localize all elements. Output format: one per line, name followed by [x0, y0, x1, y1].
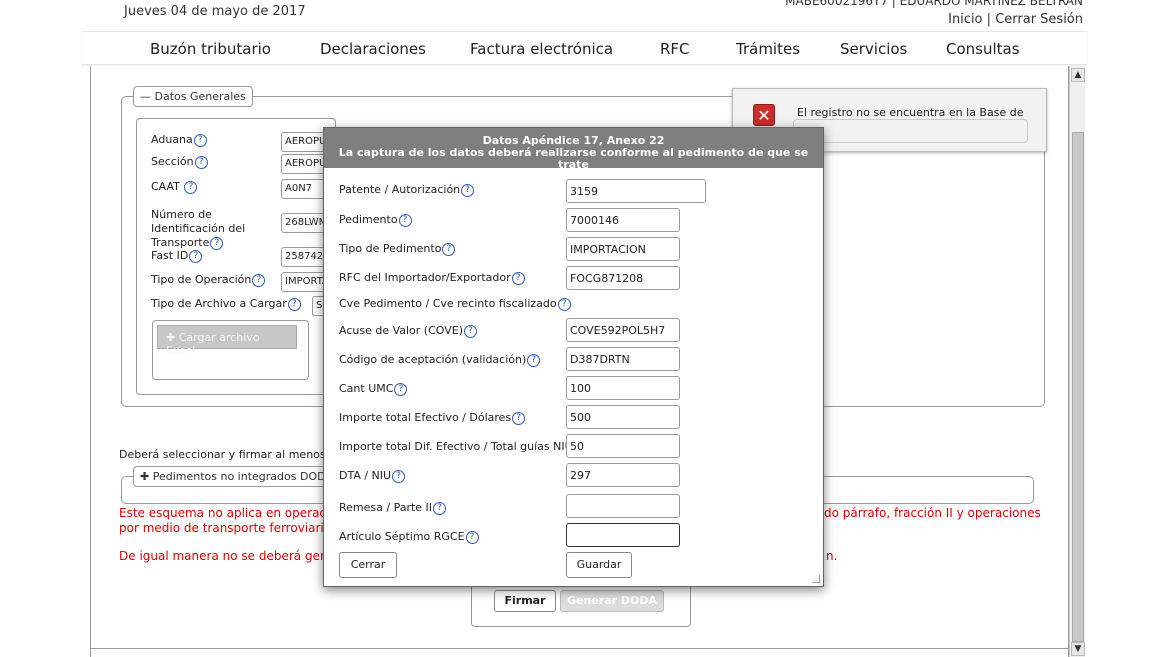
- top-bar: Jueves 04 de mayo de 2017 MABE6002196Y7 …: [0, 0, 1169, 30]
- transport-id-field[interactable]: 268LWM: [281, 213, 329, 233]
- total-diff-label: Importe total Dif. Efectivo / Total guía…: [339, 440, 587, 454]
- dialog-header: Datos Apéndice 17, Anexo 22 La captura d…: [324, 128, 823, 171]
- help-icon[interactable]: ?: [189, 250, 203, 263]
- appendix-dialog: Datos Apéndice 17, Anexo 22 La captura d…: [323, 127, 824, 587]
- help-icon[interactable]: ?: [557, 298, 571, 311]
- cove-label: Acuse de Valor (COVE)?: [339, 324, 478, 338]
- warning-line-3: De igual manera no se deberá gene: [119, 549, 335, 563]
- caat-label: CAAT ?: [151, 180, 198, 194]
- cve-pedimento-label: Cve Pedimento / Cve recinto fiscalizado?: [339, 297, 571, 311]
- cant-umc-input[interactable]: 100: [566, 376, 680, 400]
- dta-input[interactable]: 297: [566, 463, 680, 487]
- acceptance-code-input[interactable]: D387DRTN: [566, 347, 680, 371]
- logout-link[interactable]: Cerrar Sesión: [995, 12, 1083, 27]
- dta-label: DTA / NIU?: [339, 469, 406, 483]
- help-icon[interactable]: ?: [184, 181, 198, 194]
- help-icon[interactable]: ?: [527, 354, 541, 367]
- link-separator: |: [986, 12, 992, 27]
- nav-tramites[interactable]: Trámites: [736, 40, 800, 58]
- rfc-label: RFC del Importador/Exportador?: [339, 271, 525, 285]
- nav-declaraciones[interactable]: Declaraciones: [320, 40, 426, 58]
- help-icon[interactable]: ?: [511, 272, 525, 285]
- upload-excel-button[interactable]: ✚ Cargar archivo Excel: [157, 325, 297, 357]
- session-links: Inicio | Cerrar Sesión: [948, 12, 1083, 27]
- nav-consultas[interactable]: Consultas: [946, 40, 1020, 58]
- aduana-label: Aduana?: [151, 133, 207, 147]
- acceptance-code-label: Código de aceptación (validación)?: [339, 353, 541, 367]
- caat-field[interactable]: A0N7: [281, 179, 329, 199]
- operation-type-field[interactable]: IMPORTA: [281, 272, 329, 292]
- help-icon[interactable]: ?: [210, 237, 224, 250]
- rfc-input[interactable]: FOCG871208: [566, 266, 680, 290]
- pedimento-input[interactable]: 7000146: [566, 208, 680, 232]
- help-icon[interactable]: ?: [394, 383, 408, 396]
- help-icon[interactable]: ?: [433, 502, 447, 515]
- scroll-down-arrow-icon[interactable]: ▼: [1071, 642, 1085, 656]
- pedimento-label: Pedimento?: [339, 213, 412, 227]
- vertical-scrollbar[interactable]: ▲ ▼: [1069, 66, 1085, 657]
- pedimentos-toggle[interactable]: ✚ Pedimentos no integrados DODA: [133, 466, 340, 487]
- help-icon[interactable]: ?: [442, 243, 456, 256]
- close-button[interactable]: Cerrar: [339, 552, 397, 578]
- patente-input[interactable]: 3159: [566, 179, 706, 203]
- cant-umc-label: Cant UMC?: [339, 382, 408, 396]
- help-icon[interactable]: ?: [512, 412, 526, 425]
- patente-label: Patente / Autorización?: [339, 183, 475, 197]
- nav-buzon-tributario[interactable]: Buzón tributario: [150, 40, 271, 58]
- cove-input[interactable]: COVE592POL5H7: [566, 318, 680, 342]
- file-type-label: Tipo de Archivo a Cargar?: [151, 297, 301, 311]
- warning-line-1-end: do párrafo, fracción II y operaciones: [824, 506, 1041, 520]
- help-icon[interactable]: ?: [287, 298, 301, 311]
- help-icon[interactable]: ?: [193, 134, 207, 147]
- tipo-pedimento-label: Tipo de Pedimento?: [339, 242, 456, 256]
- articulo-septimo-input[interactable]: [566, 523, 680, 547]
- articulo-septimo-label: Artículo Séptimo RGCE?: [339, 530, 479, 544]
- main-nav: Buzón tributario Declaraciones Factura e…: [82, 31, 1087, 65]
- warning-line-2: por medio de transporte ferroviario c: [119, 521, 342, 535]
- operation-type-label: Tipo de Operación?: [151, 273, 266, 287]
- aduana-field[interactable]: AEROPU: [281, 132, 329, 152]
- user-identity: MABE6002196Y7 | EDUARDO MARTÍNEZ BELTRÁN: [785, 0, 1083, 8]
- help-icon[interactable]: ?: [465, 531, 479, 544]
- current-date: Jueves 04 de mayo de 2017: [124, 4, 306, 19]
- frame-bottom-border: [90, 648, 1069, 649]
- home-link[interactable]: Inicio: [948, 12, 982, 27]
- help-icon[interactable]: ?: [392, 470, 406, 483]
- seccion-label: Sección?: [151, 155, 208, 169]
- scroll-up-arrow-icon[interactable]: ▲: [1071, 68, 1085, 82]
- help-icon[interactable]: ?: [461, 184, 475, 197]
- total-amount-label: Importe total Efectivo / Dólares?: [339, 411, 526, 425]
- tipo-pedimento-input[interactable]: IMPORTACION: [566, 237, 680, 261]
- remesa-input[interactable]: [566, 494, 680, 518]
- scroll-thumb[interactable]: [1072, 132, 1084, 642]
- nav-servicios[interactable]: Servicios: [840, 40, 907, 58]
- error-close-icon[interactable]: ✕: [753, 104, 775, 126]
- total-diff-input[interactable]: 50: [566, 434, 680, 458]
- dialog-subtitle: La captura de los datos deberá realizars…: [338, 146, 809, 171]
- remesa-label: Remesa / Parte II?: [339, 501, 447, 515]
- nav-rfc[interactable]: RFC: [660, 40, 690, 58]
- help-icon[interactable]: ?: [398, 214, 412, 227]
- notification-message: El registro no se encuentra en la Base d…: [797, 106, 1027, 119]
- resize-grip-icon[interactable]: [812, 575, 820, 583]
- warning-line-1: Este esquema no aplica en operaci: [119, 506, 330, 520]
- transport-id-label: Número de Identificación del Transporte?: [151, 208, 246, 250]
- save-button[interactable]: Guardar: [566, 552, 632, 578]
- nav-factura-electronica[interactable]: Factura electrónica: [470, 40, 613, 58]
- total-amount-input[interactable]: 500: [566, 405, 680, 429]
- help-icon[interactable]: ?: [252, 274, 266, 287]
- notification-inner-box: [793, 119, 1028, 143]
- general-data-toggle[interactable]: — Datos Generales: [133, 86, 253, 107]
- fast-id-label: Fast ID?: [151, 249, 203, 263]
- select-instruction: Deberá seleccionar y firmar al menos un: [119, 448, 344, 461]
- generate-doda-button[interactable]: Generar DODA: [560, 590, 664, 612]
- seccion-field[interactable]: AEROPU: [281, 154, 329, 174]
- help-icon[interactable]: ?: [464, 325, 478, 338]
- sign-button[interactable]: Firmar: [494, 590, 556, 612]
- warning-line-3-end: n.: [826, 549, 838, 563]
- fast-id-field[interactable]: 25874207: [281, 247, 329, 267]
- help-icon[interactable]: ?: [194, 156, 208, 169]
